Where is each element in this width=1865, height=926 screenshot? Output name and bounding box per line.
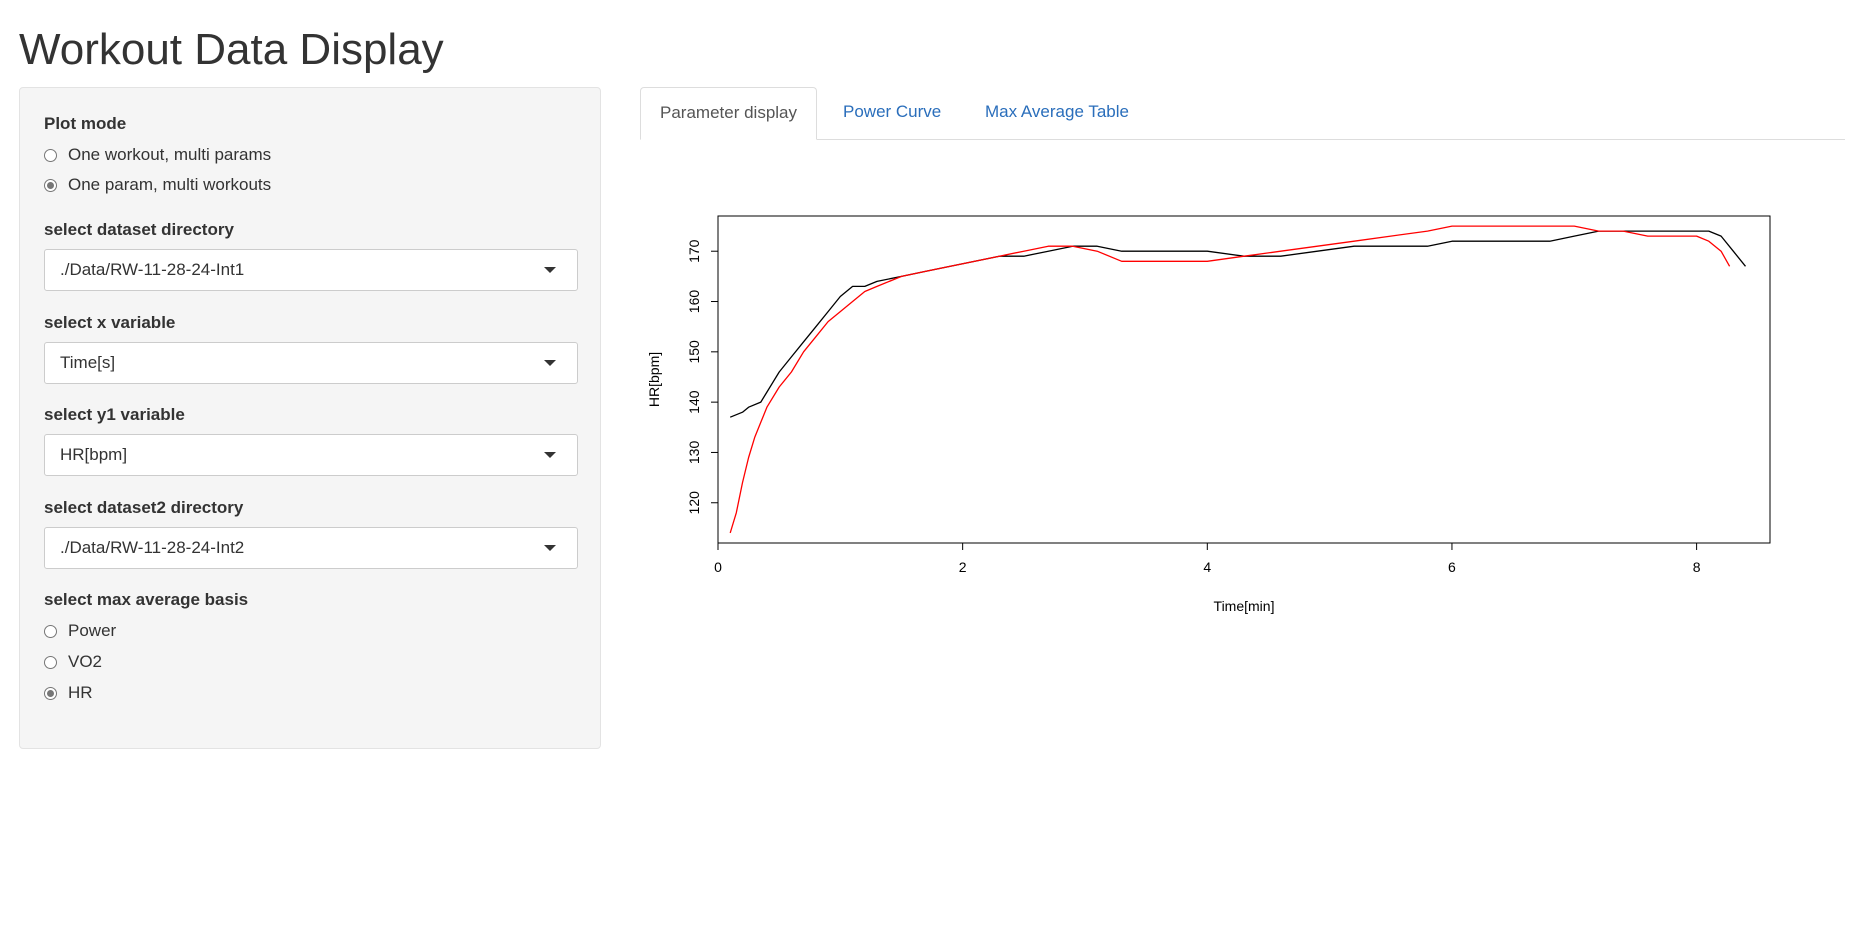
x-variable-label: select x variable <box>44 313 176 332</box>
y-tick-label: 170 <box>686 239 702 263</box>
x-tick-label: 8 <box>1693 559 1701 575</box>
radio-label: VO2 <box>68 652 103 671</box>
y-tick-label: 120 <box>686 491 702 515</box>
caret-down-icon[interactable] <box>544 452 556 458</box>
dataset-directory-label: select dataset directory <box>44 220 234 239</box>
radio-circle-checked[interactable] <box>44 178 57 192</box>
tab-bar: Parameter display Power Curve Max Averag… <box>640 87 1845 140</box>
plot-mode-option-multi-params[interactable]: One workout, multi params <box>44 144 271 166</box>
radio-circle[interactable] <box>44 624 57 638</box>
caret-down-icon[interactable] <box>544 360 556 366</box>
radio-label: Power <box>68 621 117 640</box>
y-axis-label: HR[bpm] <box>646 352 662 407</box>
max-average-option-hr[interactable]: HR <box>44 682 93 704</box>
page-title: Workout Data Display <box>19 25 444 74</box>
tab-max-average-table[interactable]: Max Average Table <box>966 87 1148 139</box>
radio-label: HR <box>68 683 93 702</box>
plot-frame <box>717 215 1771 544</box>
caret-down-icon[interactable] <box>544 267 556 273</box>
x-variable-select[interactable]: Time[s] <box>44 342 578 384</box>
dataset-directory-select[interactable]: ./Data/RW-11-28-24-Int1 <box>44 249 578 291</box>
tab-power-curve[interactable]: Power Curve <box>824 87 960 139</box>
x-tick-label: 4 <box>1203 559 1211 575</box>
radio-label: One workout, multi params <box>68 145 272 164</box>
plot-mode-option-multi-workouts[interactable]: One param, multi workouts <box>44 174 271 196</box>
sidebar-panel: Plot mode One workout, multi params One … <box>19 87 601 749</box>
y-tick-label: 140 <box>686 390 702 414</box>
select-value: HR[bpm] <box>60 445 128 464</box>
y1-variable-label: select y1 variable <box>44 405 185 424</box>
plot-mode-label: Plot mode <box>44 114 127 133</box>
x-tick-label: 2 <box>959 559 967 575</box>
radio-circle-checked[interactable] <box>44 686 57 700</box>
radio-label: One param, multi workouts <box>68 175 272 194</box>
y-tick-label: 150 <box>686 340 702 364</box>
y-tick-label: 130 <box>686 441 702 465</box>
dataset2-directory-select[interactable]: ./Data/RW-11-28-24-Int2 <box>44 527 578 569</box>
radio-circle[interactable] <box>44 655 57 669</box>
hr-line-chart: 0 2 4 6 8 120 130 140 150 160 170 Time[min] HR[bpm] <box>646 215 1771 614</box>
select-value: ./Data/RW-11-28-24-Int1 <box>60 260 245 279</box>
x-tick-label: 6 <box>1448 559 1456 575</box>
series-line-1 <box>729 230 1747 418</box>
max-average-option-power[interactable]: Power <box>44 620 116 642</box>
max-average-option-vo2[interactable]: VO2 <box>44 651 102 673</box>
max-average-basis-label: select max average basis <box>44 590 249 609</box>
y1-variable-select[interactable]: HR[bpm] <box>44 434 578 476</box>
tab-parameter-display[interactable]: Parameter display <box>640 87 818 140</box>
radio-circle[interactable] <box>44 148 57 162</box>
x-tick-label: 0 <box>714 559 722 575</box>
series-line-2 <box>729 225 1731 534</box>
y-tick-label: 160 <box>686 290 702 314</box>
x-axis-label: Time[min] <box>1214 598 1275 614</box>
select-value: ./Data/RW-11-28-24-Int2 <box>60 538 245 557</box>
caret-down-icon[interactable] <box>544 545 556 551</box>
dataset2-directory-label: select dataset2 directory <box>44 498 244 517</box>
select-value: Time[s] <box>60 353 116 372</box>
